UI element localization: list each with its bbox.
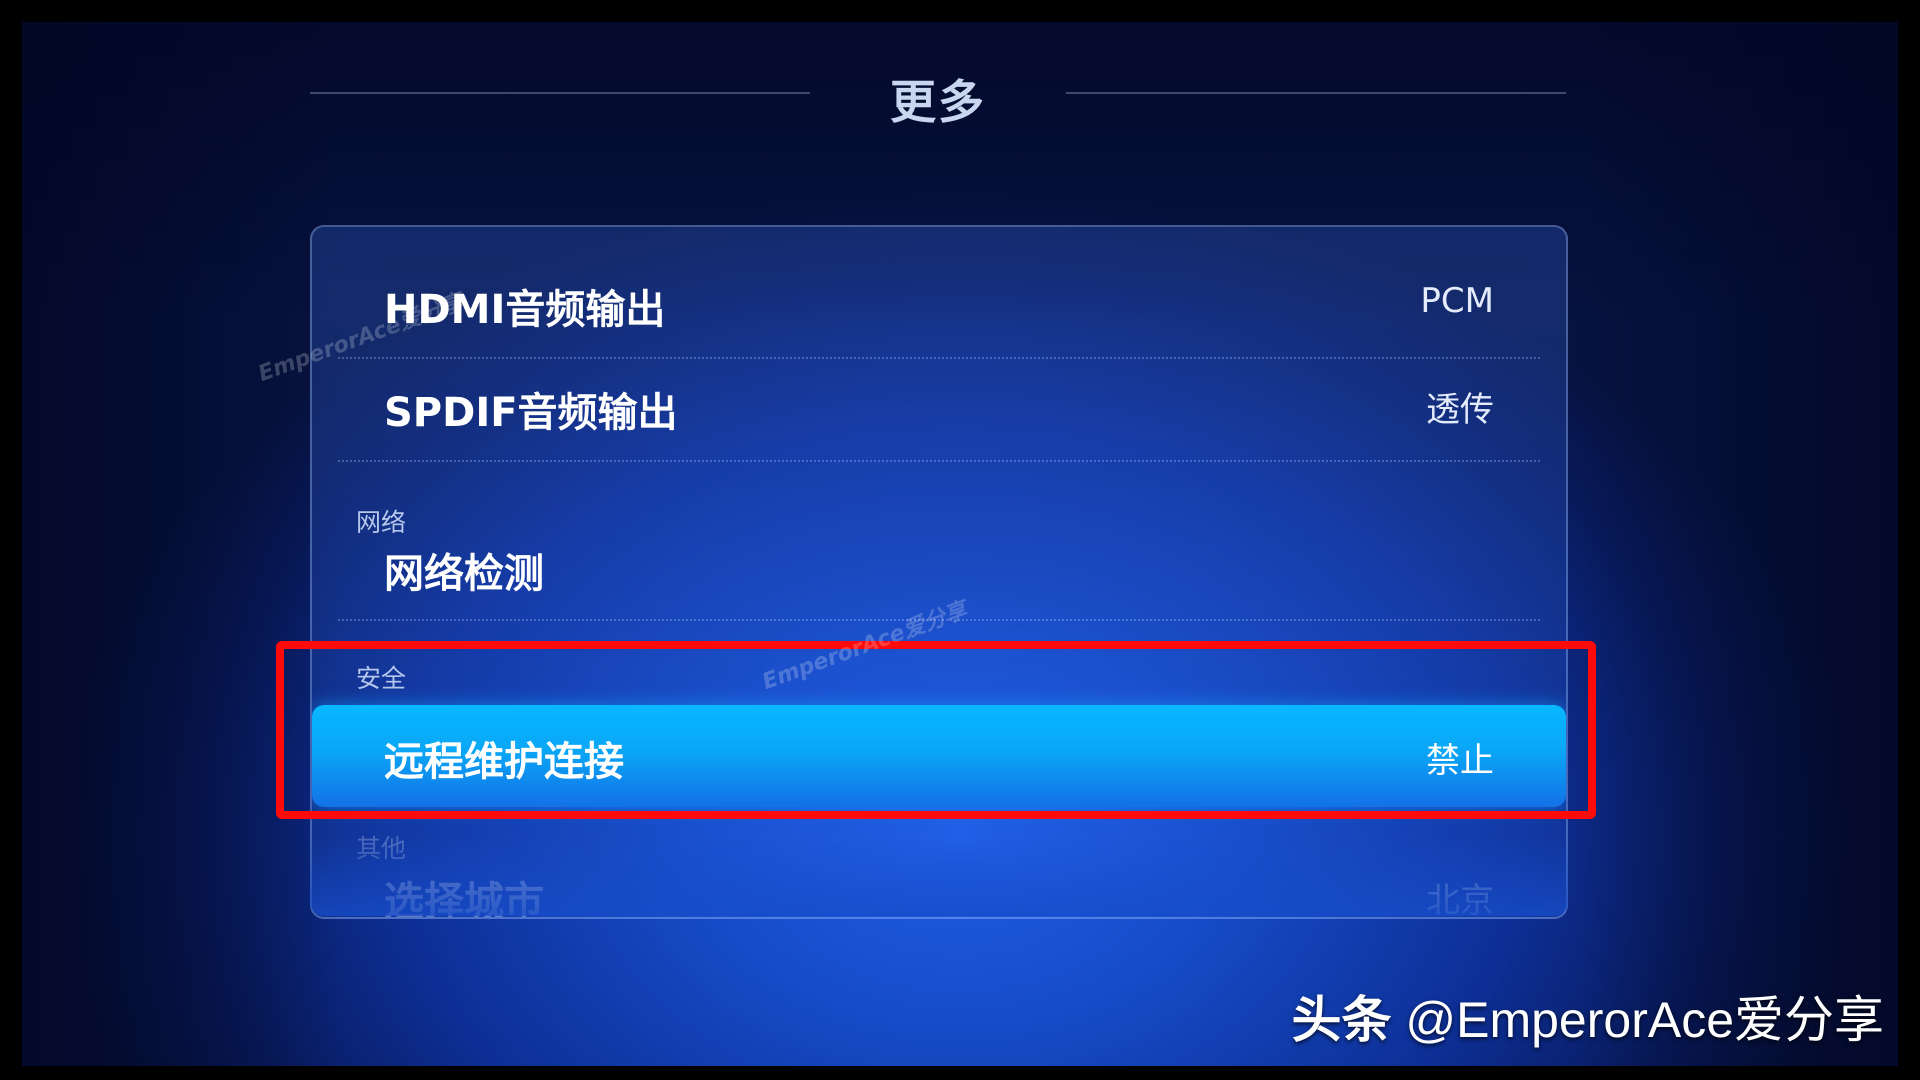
row-divider bbox=[338, 460, 1540, 462]
section-header-other: 其他 bbox=[356, 834, 407, 863]
right-vignette bbox=[1578, 22, 1898, 1066]
page-title: 更多 bbox=[890, 75, 986, 129]
menu-item-network-check[interactable]: 网络检测 bbox=[312, 527, 1566, 597]
row-divider bbox=[338, 357, 1540, 359]
menu-item-value: PCM bbox=[1420, 281, 1494, 321]
menu-item-hdmi-audio-output[interactable]: HDMI音频输出 PCM bbox=[312, 267, 1566, 337]
left-vignette bbox=[22, 22, 342, 1066]
menu-item-value: 北京 bbox=[1426, 881, 1494, 919]
section-header-security: 安全 bbox=[356, 664, 407, 693]
menu-item-label: HDMI音频输出 bbox=[384, 287, 666, 333]
menu-item-select-city[interactable]: 选择城市 北京 bbox=[312, 861, 1566, 919]
menu-item-label: 远程维护连接 bbox=[384, 739, 624, 785]
attribution-handle: @EmperorAce爱分享 bbox=[1405, 992, 1884, 1048]
settings-panel: HDMI音频输出 PCM SPDIF音频输出 透传 网络 网络检测 安全 远程维… bbox=[310, 225, 1568, 919]
menu-item-remote-maintenance[interactable]: 远程维护连接 禁止 bbox=[312, 705, 1566, 807]
attribution-watermark: 头条 @EmperorAce爱分享 bbox=[1291, 980, 1884, 1052]
row-divider bbox=[338, 619, 1540, 621]
attribution-brand: 头条 bbox=[1291, 992, 1392, 1048]
menu-item-label: 网络检测 bbox=[384, 551, 544, 597]
menu-item-label: 选择城市 bbox=[384, 879, 544, 919]
menu-item-value: 禁止 bbox=[1426, 741, 1494, 781]
header-divider-right bbox=[1066, 92, 1566, 94]
menu-item-spdif-audio-output[interactable]: SPDIF音频输出 透传 bbox=[312, 370, 1566, 440]
header-divider-left bbox=[310, 92, 810, 94]
menu-item-value: 透传 bbox=[1426, 390, 1494, 430]
menu-item-label: SPDIF音频输出 bbox=[384, 390, 678, 436]
